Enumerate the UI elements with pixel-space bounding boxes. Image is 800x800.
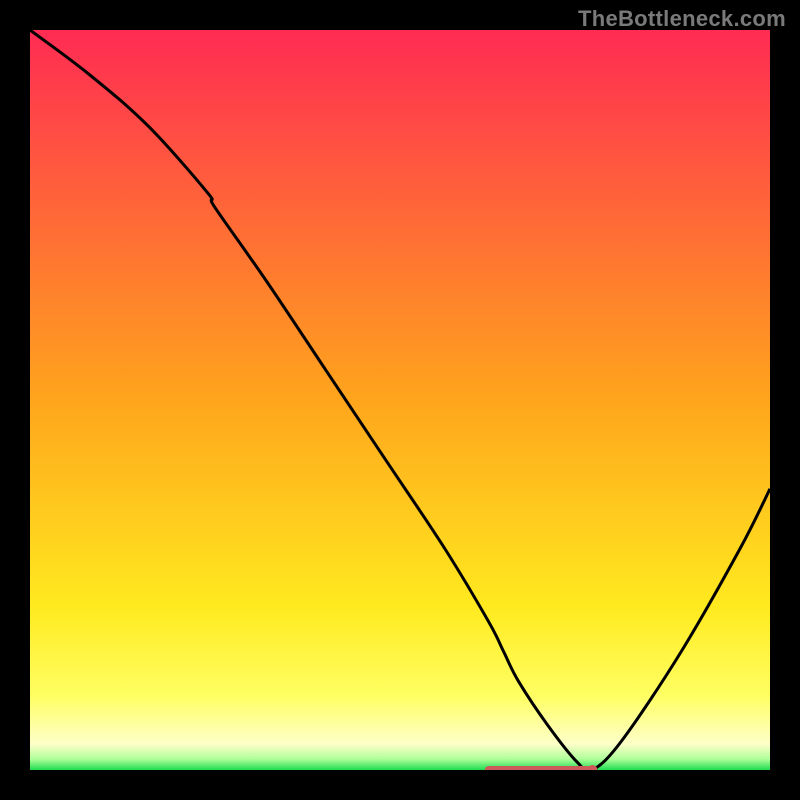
watermark-label: TheBottleneck.com bbox=[578, 6, 786, 32]
chart-container: TheBottleneck.com bbox=[0, 0, 800, 800]
plot-area bbox=[30, 30, 770, 770]
gradient-background bbox=[30, 30, 770, 770]
bottleneck-chart bbox=[30, 30, 770, 770]
